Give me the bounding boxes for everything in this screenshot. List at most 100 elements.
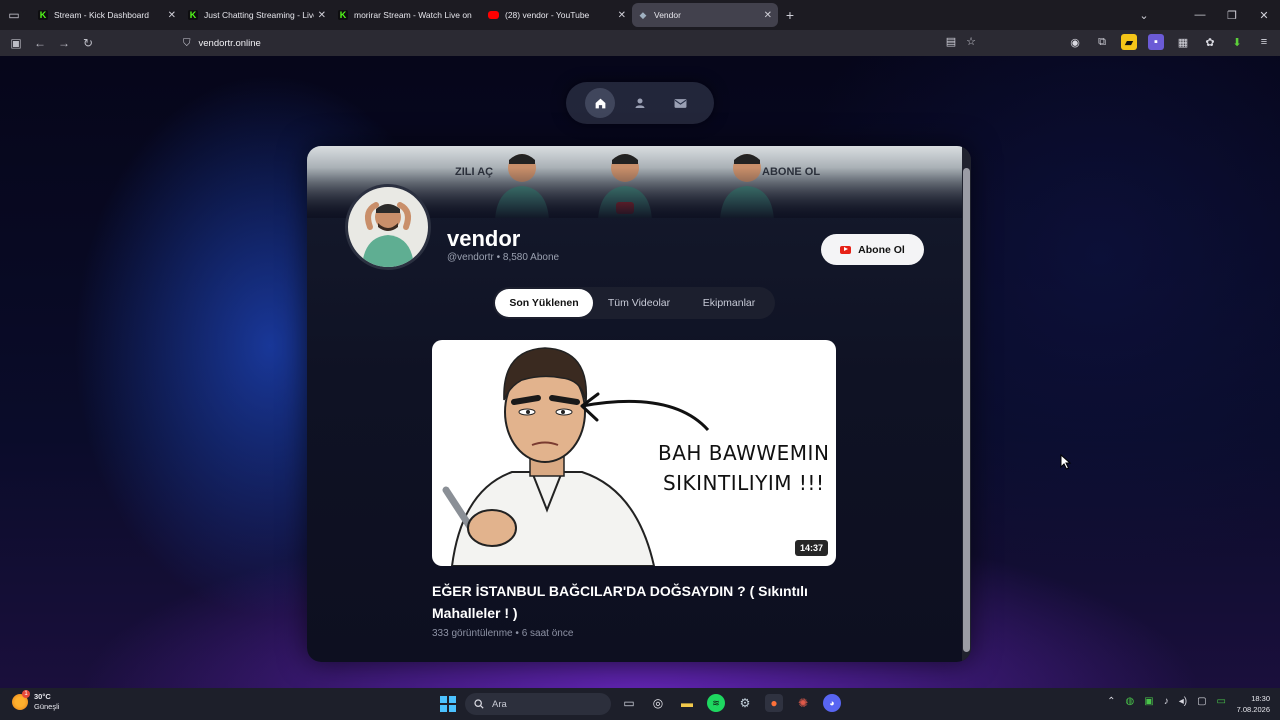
search-icon [474,699,484,709]
browser-tab-active[interactable]: ◆ Vendor ✕ [632,3,778,27]
network-icon[interactable]: ▢ [1197,696,1206,707]
grid-extension-icon[interactable]: ▦ [1175,34,1191,50]
banner-left-text: ZILI AÇ [455,166,494,178]
video-meta: 333 görüntülenme • 6 saat önce [432,628,573,639]
tray-app-icon[interactable]: ◍ [1126,696,1135,707]
browser-tab[interactable]: K Stream - Kick Dashboard ✕ [32,3,182,27]
lock-icon[interactable]: ▣ [1144,696,1153,707]
browser-tab-bar: ▭ K Stream - Kick Dashboard ✕ K Just Cha… [0,0,1280,30]
account-icon[interactable]: ◉ [1067,34,1083,50]
kick-icon: K [38,10,48,20]
page-viewport: ZILI AÇ ABONE OL vendor @vendortr • 8,58… [0,56,1280,688]
browser-tab[interactable]: (28) vendor - YouTube ✕ [482,3,632,27]
taskbar-search[interactable]: Ara [465,693,611,715]
channel-handle: @vendortr [447,252,494,263]
shield-icon[interactable]: ⛉ [183,38,191,49]
microphone-icon[interactable]: ♪ [1164,696,1169,707]
close-tab-icon[interactable]: ✕ [618,10,626,21]
tab-all-videos[interactable]: Tüm Videolar [593,289,685,317]
clock-time: 18:30 [1251,694,1270,703]
bookmark-star-icon[interactable]: ☆ [966,35,976,48]
browser-tab[interactable]: K morirar Stream - Watch Live on [332,3,482,27]
discord-icon[interactable]: ◕ [823,694,841,712]
firefox-icon[interactable]: ● [765,694,783,712]
weather-temp: 30°C [34,692,51,701]
weather-widget[interactable]: 1 30°C Güneşli [12,690,60,712]
taskbar-apps: ▭ ◎ ▬ ≋ ⚙ ● ✺ ◕ [620,694,841,712]
extension-icon[interactable]: ▰ [1121,34,1137,50]
windows-taskbar: 1 30°C Güneşli Ara ▭ ◎ ▬ ≋ ⚙ ● ✺ ◕ ⌃ ◍ ▣… [0,688,1280,720]
forward-icon[interactable]: → [52,36,76,50]
search-placeholder: Ara [492,698,507,710]
recording-app-icon[interactable]: ◎ [649,694,667,712]
youtube-icon [840,245,852,254]
close-tab-icon[interactable]: ✕ [764,10,772,21]
thumbnail-caption: BAH BAWWEMIN SIKINTILIYIM !!! [658,441,830,495]
channel-card: ZILI AÇ ABONE OL vendor @vendortr • 8,58… [307,146,971,662]
subscribe-label: Abone Ol [858,243,905,256]
video-views: 333 görüntülenme [432,628,513,639]
close-window-icon[interactable]: ✕ [1248,9,1280,22]
close-tab-icon[interactable]: ✕ [318,10,326,21]
reload-icon[interactable]: ↻ [76,36,100,50]
home-icon[interactable] [585,88,615,118]
sidebar-toggle-icon[interactable]: ▣ [4,36,28,50]
address-bar[interactable]: ⛉ vendortr.online [175,33,995,53]
vendor-icon: ◆ [639,9,647,20]
taskbar-clock[interactable]: 18:30 7.08.2026 [1237,693,1270,715]
kick-icon: K [338,10,348,20]
video-thumbnail[interactable]: BAH BAWWEMIN SIKINTILIYIM !!! 14:37 [432,340,836,566]
sun-icon: 1 [12,690,30,710]
clock-date: 7.08.2026 [1236,705,1270,714]
chevron-up-icon[interactable]: ⌃ [1107,696,1115,707]
system-tray: ⌃ ◍ ▣ ♪ ◂) ▢ ▭ [1107,696,1226,707]
twitch-extension-icon[interactable]: ▪ [1148,34,1164,50]
notification-badge: 1 [22,690,30,698]
volume-icon[interactable]: ◂) [1179,696,1187,707]
kick-icon: K [188,10,198,20]
steam-icon[interactable]: ⚙ [736,694,754,712]
subscribe-button[interactable]: Abone Ol [821,234,924,265]
banner-right-text: ABONE OL [762,166,821,178]
file-explorer-icon[interactable]: ▬ [678,694,696,712]
weather-desc: Güneşli [34,702,60,711]
extensions-icon[interactable]: ⧉ [1094,34,1110,50]
new-tab-icon[interactable]: + [778,7,802,23]
gear-extension-icon[interactable]: ✿ [1202,34,1218,50]
url-text[interactable]: vendortr.online [199,38,261,49]
scrollbar-track[interactable] [962,146,971,662]
scrollbar-thumb[interactable] [963,168,970,652]
channel-avatar [345,184,431,270]
mouse-cursor-icon [1060,454,1072,470]
browser-tab[interactable]: K Just Chatting Streaming - Live S ✕ [182,3,332,27]
user-icon[interactable] [625,88,655,118]
top-nav [566,82,714,124]
youtube-icon [488,11,499,19]
subscriber-count: 8,580 Abone [502,252,560,263]
video-duration: 14:37 [794,540,828,556]
download-icon[interactable]: ⬇ [1229,34,1245,50]
menu-icon[interactable]: ≡ [1256,34,1272,50]
tab-equipment[interactable]: Ekipmanlar [685,289,773,317]
browser-nav-bar: ▣ ← → ↻ ⛉ vendortr.online ▤ ☆ ◉ ⧉ ▰ ▪ ▦ … [0,30,1280,56]
app-star-icon[interactable]: ✺ [794,694,812,712]
mail-icon[interactable] [665,88,695,118]
video-age: 6 saat önce [521,628,574,639]
tab-latest[interactable]: Son Yüklenen [495,289,593,317]
channel-meta: @vendortr • 8,580 Abone [447,252,559,263]
avatar-illustration [362,202,414,267]
tab-list-icon[interactable]: ▭ [0,0,28,30]
reader-view-icon[interactable]: ▤ [946,35,956,48]
video-title[interactable]: EĞER İSTANBUL BAĞCILAR'DA DOĞSAYDIN ? ( … [432,580,836,624]
channel-name: vendor [447,226,521,251]
minimize-icon[interactable]: — [1184,9,1216,21]
content-tabs: Son Yüklenen Tüm Videolar Ekipmanlar [493,287,775,319]
task-view-icon[interactable]: ▭ [620,694,638,712]
close-tab-icon[interactable]: ✕ [168,10,176,21]
chevron-down-icon[interactable]: ⌄ [1128,9,1160,22]
back-icon[interactable]: ← [28,36,52,50]
restore-icon[interactable]: ❐ [1216,9,1248,22]
battery-icon[interactable]: ▭ [1217,696,1226,707]
spotify-icon[interactable]: ≋ [707,694,725,712]
windows-start-icon[interactable] [440,696,456,712]
